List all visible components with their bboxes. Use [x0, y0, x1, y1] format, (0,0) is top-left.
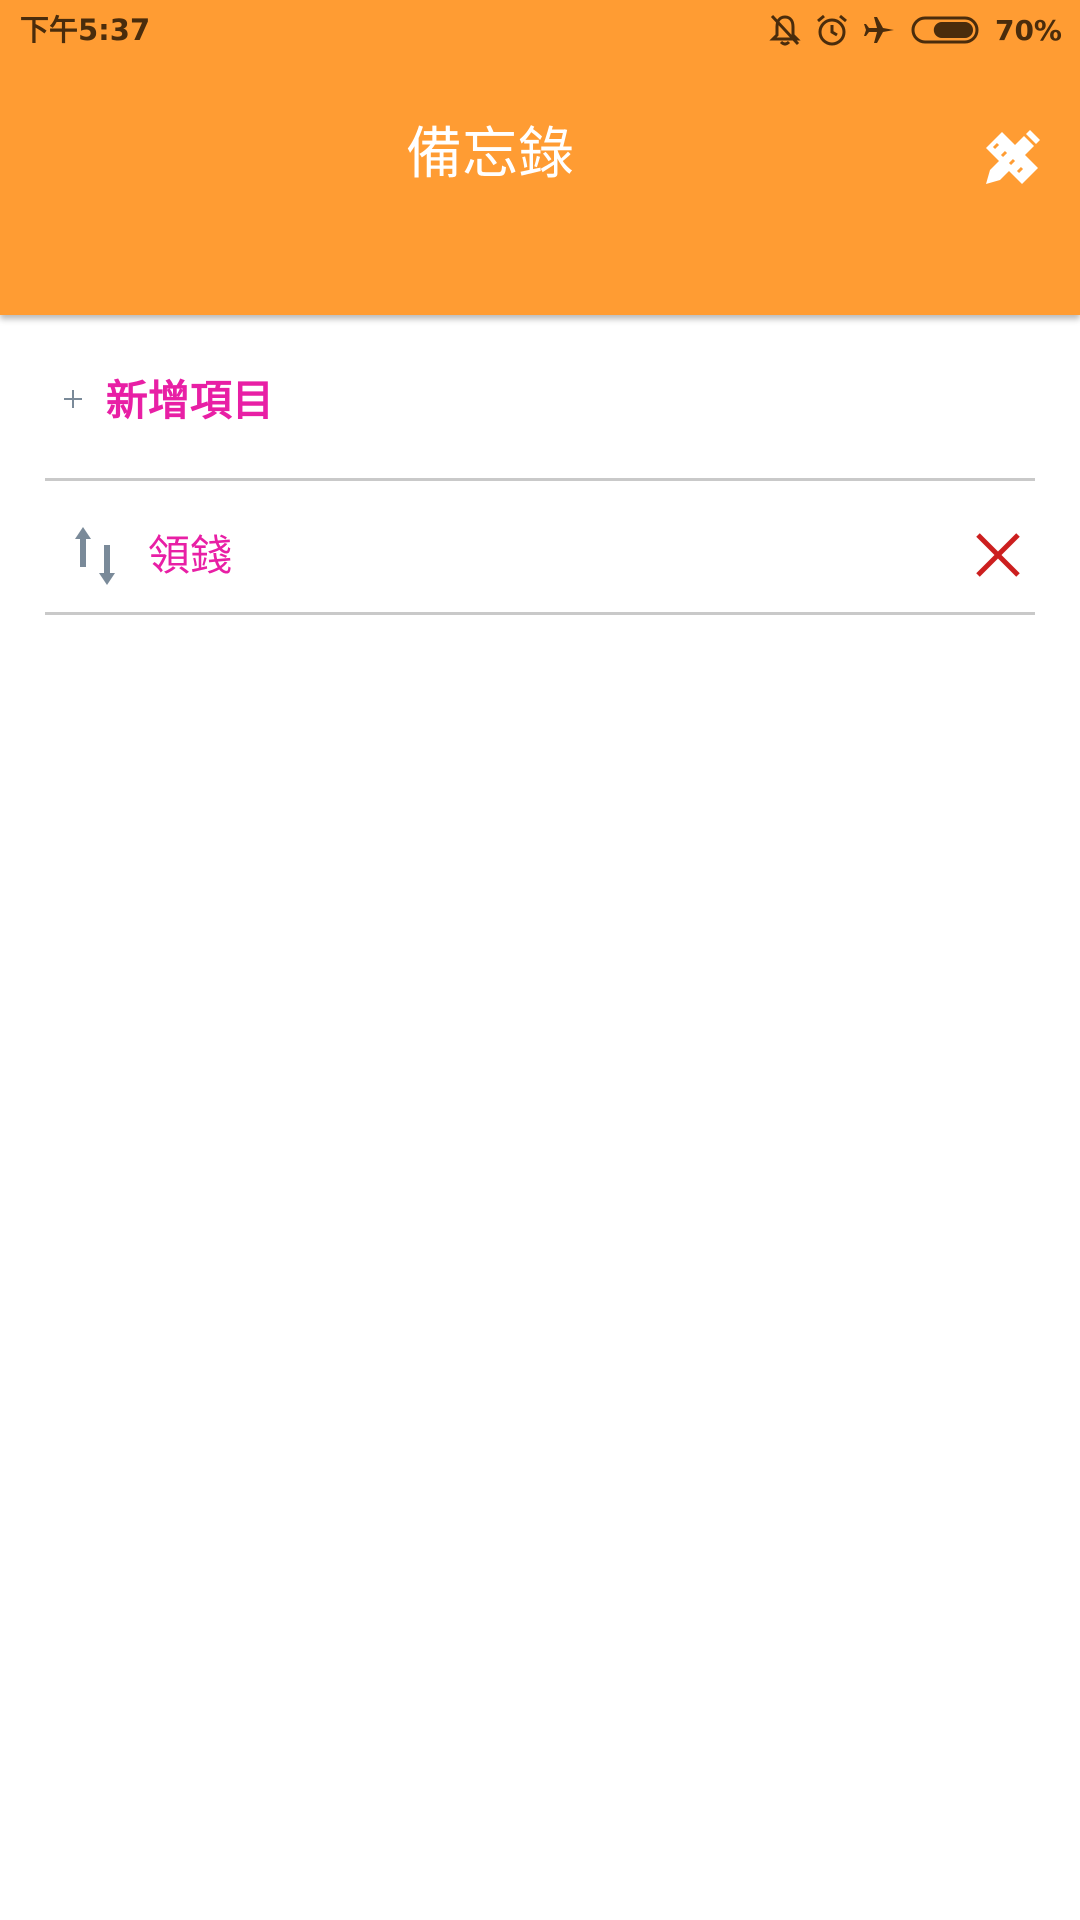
memo-list: 新增項目 領錢 [45, 315, 1035, 615]
page-title: 備忘錄 [406, 122, 574, 187]
status-icons: 70% [755, 10, 1062, 50]
battery-icon [911, 16, 979, 44]
screen: 下午5:37 70% 備忘錄 新增項目 領錢 [0, 0, 1080, 1920]
pencil-ruler-icon[interactable] [980, 126, 1044, 190]
item-label: 領錢 [148, 531, 233, 580]
list-item[interactable]: 領錢 [45, 481, 1035, 615]
close-icon[interactable] [975, 532, 1021, 578]
alarm-clock-icon [817, 14, 847, 46]
add-item-row[interactable]: 新增項目 [45, 315, 1035, 481]
status-bar: 下午5:37 70% [0, 0, 1080, 62]
bell-off-icon [769, 14, 801, 46]
plus-icon [64, 390, 82, 408]
sort-arrows-icon[interactable] [73, 527, 119, 585]
battery-percent: 70% [994, 13, 1062, 47]
airplane-icon [863, 17, 894, 43]
status-time: 下午5:37 [20, 13, 151, 47]
add-item-label: 新增項目 [106, 376, 275, 425]
app-bar: 下午5:37 70% 備忘錄 [0, 0, 1080, 315]
